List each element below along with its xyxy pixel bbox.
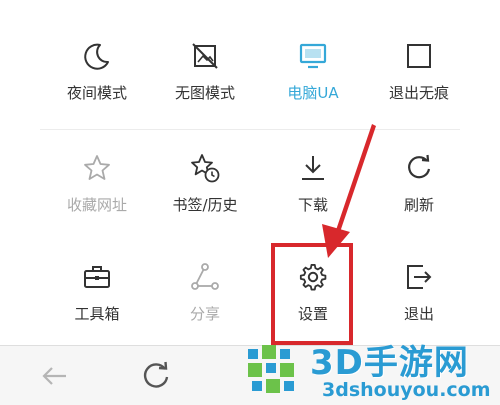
refresh-icon[interactable]	[138, 358, 174, 394]
menu-item-label: 无图模式	[174, 84, 235, 102]
watermark-title: 3D手游网	[310, 343, 469, 383]
menu-item-desktop-ua[interactable]: 电脑UA	[258, 34, 368, 124]
menu-item-label: 收藏网址	[66, 196, 127, 214]
toolbox-icon	[84, 266, 110, 288]
watermark-logo-icon	[248, 345, 294, 393]
menu-item-label: 退出无痕	[388, 84, 449, 102]
menu-item-exit-incognito[interactable]: 退出无痕	[364, 34, 474, 124]
annotation-arrow-icon	[322, 124, 376, 258]
exit-icon	[407, 265, 432, 289]
menu-row-1: 夜间模式 无图模式 电脑UA 退出无痕	[0, 34, 500, 124]
menu-item-label: 分享	[189, 305, 220, 323]
no-image-icon	[192, 43, 218, 69]
menu-item-label: 书签/历史	[172, 196, 238, 214]
menu-item-night-mode[interactable]: 夜间模式	[42, 34, 152, 124]
browser-menu-panel: 夜间模式 无图模式 电脑UA 退出无痕 收藏网址 书签/历史 下载 刷新 工具箱…	[0, 0, 500, 345]
menu-row-2: 收藏网址 书签/历史 下载 刷新	[0, 146, 500, 236]
menu-item-bookmark-url[interactable]: 收藏网址	[42, 146, 152, 236]
watermark-subtitle: 3dshouyou.com	[322, 379, 491, 401]
menu-item-exit[interactable]: 退出	[364, 255, 474, 345]
square-icon	[407, 44, 431, 68]
share-icon	[191, 263, 219, 290]
menu-item-share[interactable]: 分享	[150, 255, 260, 345]
watermark: 3D手游网 3dshouyou.com	[240, 335, 500, 405]
menu-item-no-image-mode[interactable]: 无图模式	[150, 34, 260, 124]
menu-item-label: 退出	[403, 305, 434, 323]
refresh-icon	[408, 154, 431, 179]
monitor-icon	[299, 43, 327, 69]
menu-item-label: 夜间模式	[66, 84, 127, 102]
back-arrow-icon[interactable]	[36, 358, 72, 394]
menu-item-label: 工具箱	[74, 305, 120, 323]
menu-row-3: 工具箱 分享 设置 退出	[0, 255, 500, 345]
menu-item-toolbox[interactable]: 工具箱	[42, 255, 152, 345]
divider	[40, 129, 460, 130]
moon-icon	[84, 43, 109, 70]
bookmark-history-icon	[191, 154, 220, 183]
menu-item-label: 电脑UA	[287, 84, 339, 102]
star-icon	[84, 155, 110, 180]
menu-item-bookmarks-history[interactable]: 书签/历史	[150, 146, 260, 236]
